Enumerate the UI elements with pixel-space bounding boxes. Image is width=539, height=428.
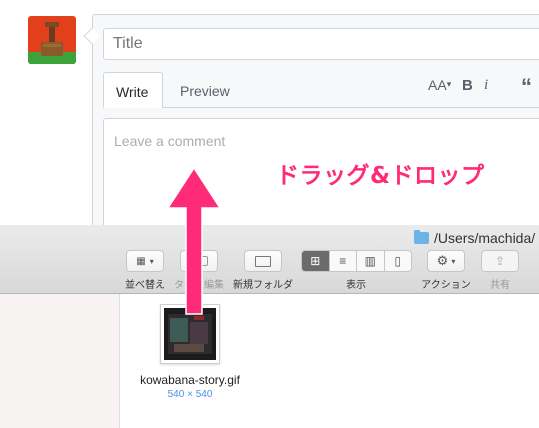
chevron-down-icon: ▾ — [149, 256, 154, 266]
finder-toolbar: /Users/machida/ ▦ ▾ 並べ替え タグを編集 新規フォルダ ⊞ … — [0, 225, 539, 294]
file-name: kowabana-story.gif — [140, 373, 240, 387]
bold-button[interactable]: B — [462, 77, 473, 94]
column-view-icon[interactable]: ▥ — [357, 251, 385, 271]
list-view-icon[interactable]: ≡ — [330, 251, 357, 271]
drag-arrow-icon — [166, 166, 222, 315]
path-bar: /Users/machida/ — [414, 230, 535, 246]
cover-flow-icon[interactable]: ▯ — [385, 251, 412, 271]
action-button[interactable]: ⚙ ▾ — [427, 250, 465, 272]
view-label: 表示 — [346, 280, 366, 291]
new-folder-icon — [255, 255, 271, 267]
action-label: アクション — [421, 280, 471, 291]
tab-divider — [103, 107, 539, 108]
arrange-label: 並べ替え — [125, 280, 165, 291]
share-label: 共有 — [490, 280, 510, 291]
text-size-icon: AA — [428, 77, 447, 93]
quote-button[interactable]: “ — [521, 74, 532, 100]
view-switcher[interactable]: ⊞ ≡ ▥ ▯ — [301, 250, 412, 272]
new-folder-button[interactable] — [244, 250, 282, 272]
tab-preview[interactable]: Preview — [168, 72, 242, 108]
share-button[interactable]: ⇪ — [481, 250, 519, 272]
new-folder-label: 新規フォルダ — [233, 280, 293, 291]
icon-view-icon[interactable]: ⊞ — [302, 251, 330, 271]
finder-window: /Users/machida/ ▦ ▾ 並べ替え タグを編集 新規フォルダ ⊞ … — [0, 225, 539, 428]
drag-drop-annotation: ドラッグ&ドロップ — [276, 163, 485, 189]
chevron-down-icon: ▾ — [446, 79, 452, 89]
tab-write[interactable]: Write — [103, 72, 163, 108]
gear-icon: ⚙ — [436, 253, 449, 268]
title-input[interactable] — [103, 28, 539, 60]
folder-icon — [414, 230, 429, 244]
finder-sidebar — [0, 294, 120, 428]
path-text: /Users/machida/ — [434, 230, 536, 246]
grid-icon: ▦ — [136, 255, 146, 267]
arrange-button[interactable]: ▦ ▾ — [126, 250, 164, 272]
share-icon: ⇪ — [494, 254, 506, 268]
chevron-down-icon: ▾ — [451, 256, 456, 266]
italic-button[interactable]: i — [484, 77, 488, 94]
comment-placeholder: Leave a comment — [114, 133, 226, 149]
file-dimensions: 540 × 540 — [167, 389, 213, 400]
text-size-button[interactable]: AA▾ — [428, 77, 451, 93]
avatar — [28, 16, 76, 64]
